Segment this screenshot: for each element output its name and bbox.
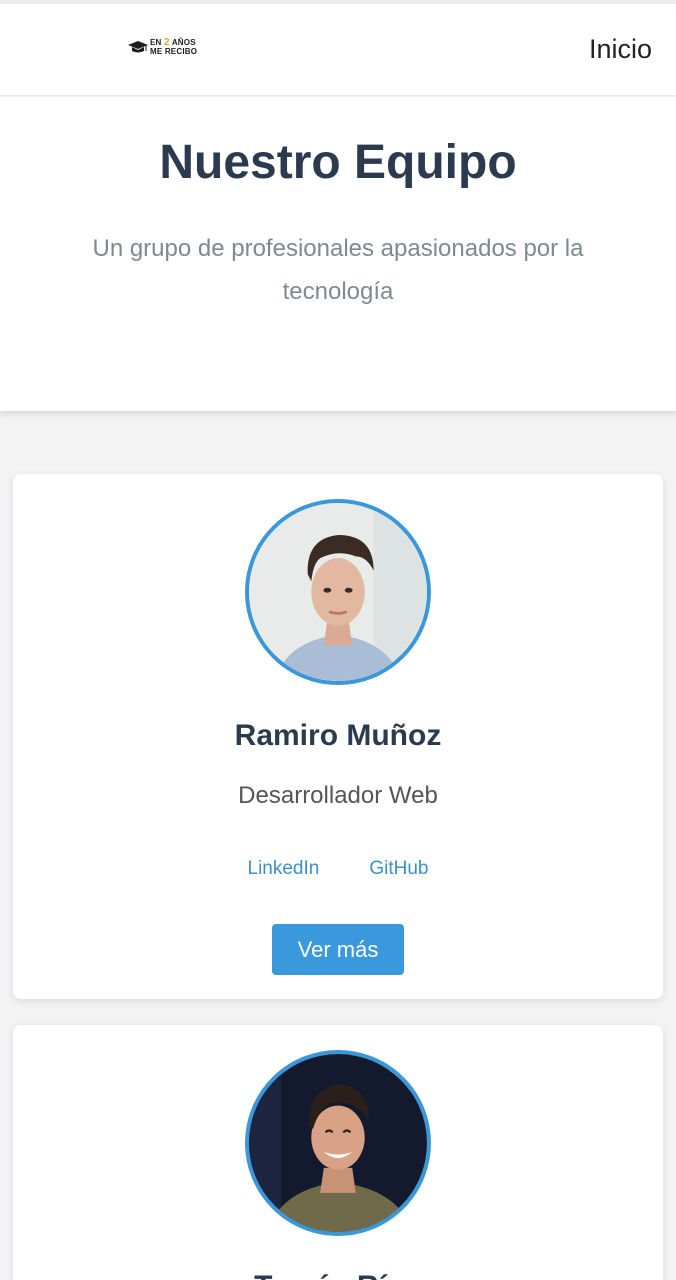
team-card: Ramiro Muñoz Desarrollador Web LinkedIn …: [13, 474, 663, 999]
member-name: Ramiro Muñoz: [234, 719, 442, 752]
github-link[interactable]: GitHub: [369, 858, 428, 880]
page-subtitle: Un grupo de profesionales apasionados po…: [92, 235, 584, 305]
ver-mas-button[interactable]: Ver más: [272, 924, 404, 975]
hero-section: Nuestro Equipo Un grupo de profesionales…: [0, 97, 676, 411]
team-card: Tomás Ríos: [13, 1025, 663, 1280]
page-title: Nuestro Equipo: [159, 136, 517, 189]
member-name: Tomás Ríos: [13, 1270, 663, 1280]
site-logo[interactable]: EN 2 AÑOS ME RECIBO: [128, 38, 197, 56]
navbar: EN 2 AÑOS ME RECIBO Inicio: [0, 4, 676, 96]
member-role: Desarrollador Web: [238, 782, 438, 809]
person-photo-icon: [249, 1054, 427, 1232]
member-photo: [245, 499, 431, 685]
nav-link-inicio[interactable]: Inicio: [589, 34, 652, 65]
social-links: LinkedIn GitHub: [13, 858, 663, 880]
person-photo-icon: [249, 503, 427, 681]
member-photo: [245, 1050, 431, 1236]
graduation-cap-icon: [128, 41, 148, 53]
logo-text: EN 2 AÑOS ME RECIBO: [150, 37, 198, 57]
linkedin-link[interactable]: LinkedIn: [248, 858, 320, 880]
